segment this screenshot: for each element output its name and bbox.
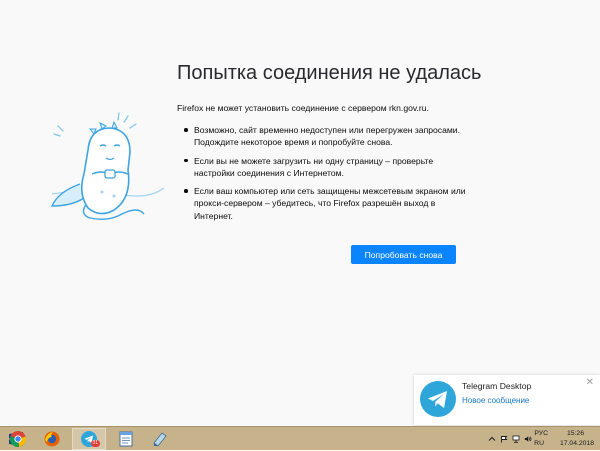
suggestion-list: Возможно, сайт временно недоступен или п… bbox=[183, 124, 473, 228]
try-again-button[interactable]: Попробовать снова bbox=[351, 245, 456, 264]
keyboard-language-indicator[interactable]: РУС bbox=[534, 430, 548, 437]
taskbar-telegram[interactable]: 31 bbox=[72, 428, 106, 450]
suggestion-item: Если ваш компьютер или сеть защищены меж… bbox=[183, 185, 473, 222]
taskbar-firefox[interactable] bbox=[36, 428, 68, 450]
unread-badge: 31 bbox=[91, 440, 100, 447]
flag-icon[interactable] bbox=[500, 435, 508, 443]
notepad-icon bbox=[119, 431, 133, 447]
chevron-up-icon[interactable] bbox=[488, 435, 496, 443]
suggestion-item: Возможно, сайт временно недоступен или п… bbox=[183, 124, 473, 149]
telegram-icon bbox=[420, 381, 456, 417]
suggestion-item: Если вы не можете загрузить ни одну стра… bbox=[183, 155, 473, 180]
taskbar-notepad[interactable] bbox=[110, 428, 142, 450]
keyboard-layout-code[interactable]: RU bbox=[534, 440, 544, 447]
page-title: Попытка соединения не удалась bbox=[177, 62, 482, 84]
clock-date[interactable]: 17.04.2018 bbox=[560, 440, 594, 447]
dinosaur-illustration-icon bbox=[50, 112, 165, 221]
system-tray: РУС RU 15:26 17.04.2018 bbox=[470, 427, 600, 451]
firefox-error-page: Попытка соединения не удалась Firefox не… bbox=[0, 0, 600, 426]
network-icon[interactable] bbox=[512, 435, 520, 443]
clock-time[interactable]: 15:26 bbox=[567, 430, 584, 437]
paint-icon bbox=[153, 432, 167, 447]
chrome-icon bbox=[10, 431, 26, 447]
taskbar-paint[interactable] bbox=[144, 428, 176, 450]
firefox-icon bbox=[44, 431, 60, 447]
telegram-notification[interactable]: Telegram Desktop Новое сообщение ✕ bbox=[414, 375, 600, 425]
notification-app-name: Telegram Desktop bbox=[462, 381, 532, 391]
error-description: Firefox не может установить соединение с… bbox=[177, 103, 429, 113]
windows-taskbar: 31 РУС RU 15:26 17.04.2018 bbox=[0, 426, 600, 450]
volume-icon[interactable] bbox=[524, 435, 532, 443]
close-icon[interactable]: ✕ bbox=[586, 378, 594, 388]
notification-message: Новое сообщение bbox=[462, 396, 530, 405]
taskbar-chrome[interactable] bbox=[2, 428, 34, 450]
